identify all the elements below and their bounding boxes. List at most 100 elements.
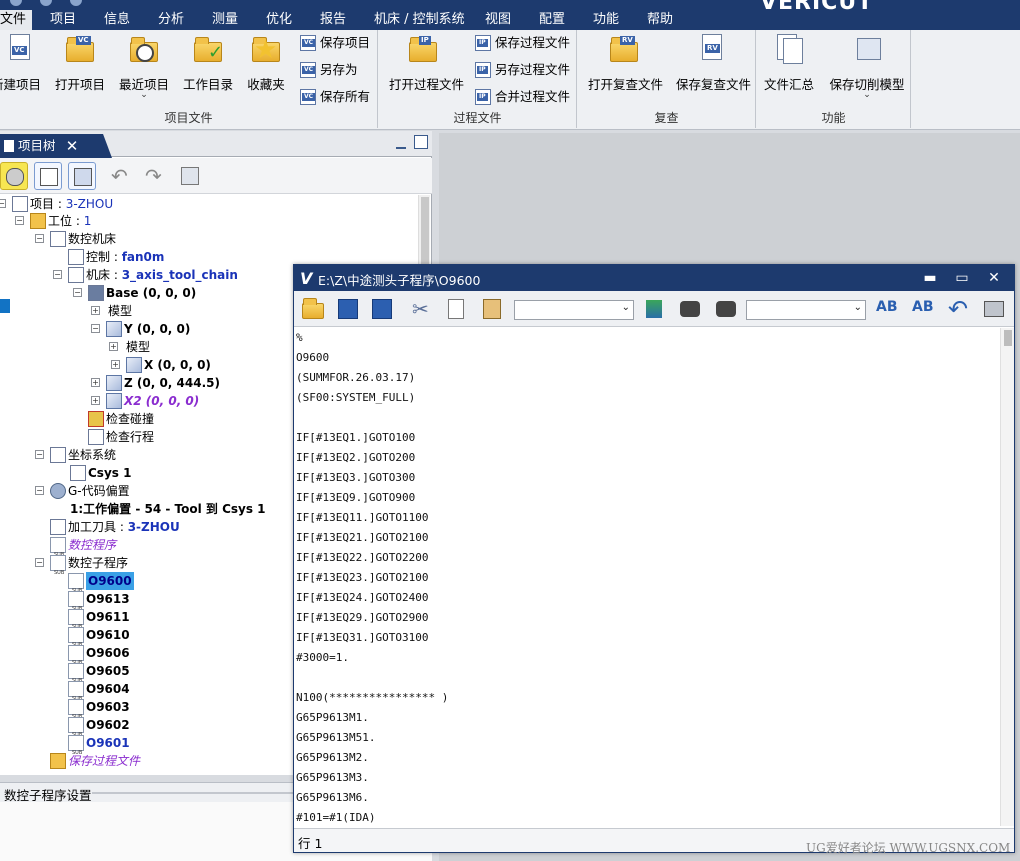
ribbon: VC 新建项目 VC 打开项目 最近项目 ⌄ ✓ 工作目录 ★ 收藏夹 VC 保… bbox=[0, 30, 1020, 130]
add-component-icon[interactable] bbox=[68, 162, 96, 190]
open-file-icon[interactable] bbox=[302, 297, 326, 321]
code-line: IF[#13EQ21.]GOTO2100 bbox=[296, 531, 429, 544]
copy-icon[interactable] bbox=[444, 297, 468, 321]
editor-title: E:\Z\中途测头子程序\O9600 bbox=[318, 273, 481, 288]
project-icon bbox=[12, 196, 28, 212]
tree-scroll-thumb[interactable] bbox=[421, 197, 429, 267]
maximize-button[interactable]: ▭ bbox=[952, 268, 972, 288]
subroutine-icon bbox=[68, 645, 84, 672]
undo-icon[interactable]: ↶ bbox=[946, 295, 970, 323]
work-directory-button[interactable]: ✓ 工作目录 bbox=[183, 34, 233, 104]
recent-project-button[interactable]: 最近项目 ⌄ bbox=[119, 34, 169, 104]
undo-icon[interactable]: ↶ bbox=[106, 162, 134, 190]
ribbon-group-review: RV 打开复查文件 RV 保存复查文件 复查 bbox=[578, 30, 756, 128]
menu-report[interactable]: 报告 bbox=[320, 10, 346, 30]
find-next-icon[interactable] bbox=[714, 297, 738, 321]
tool-icon bbox=[50, 519, 66, 535]
code-line: IF[#13EQ31.]GOTO3100 bbox=[296, 631, 429, 644]
minimize-panel-icon[interactable] bbox=[396, 137, 406, 149]
menu-measure[interactable]: 测量 bbox=[212, 10, 238, 30]
ribbon-group-project: VC 新建项目 VC 打开项目 最近项目 ⌄ ✓ 工作目录 ★ 收藏夹 VC 保… bbox=[0, 30, 378, 128]
line-indicator: 行 1 bbox=[298, 836, 323, 851]
code-line: IF[#13EQ9.]GOTO900 bbox=[296, 491, 416, 504]
axis-icon bbox=[106, 321, 122, 337]
cnc-machine-icon bbox=[50, 231, 66, 247]
chevron-down-icon: ⌄ bbox=[853, 302, 862, 313]
menu-function[interactable]: 功能 bbox=[593, 10, 619, 30]
save-review-icon: RV bbox=[696, 34, 728, 66]
mouse-select-icon[interactable] bbox=[0, 162, 28, 190]
subroutine-icon bbox=[68, 627, 84, 654]
menu-config[interactable]: 配置 bbox=[539, 10, 565, 30]
editor-scroll-thumb[interactable] bbox=[1004, 330, 1012, 346]
search-combo[interactable]: ⌄ bbox=[514, 300, 634, 320]
replace-combo[interactable]: ⌄ bbox=[746, 300, 866, 320]
code-line: #3000=1. bbox=[296, 651, 349, 664]
code-area[interactable]: % O9600 (SUMMFOR.26.03.17) (SF00:SYSTEM_… bbox=[294, 328, 1000, 826]
save-all-icon: VC bbox=[300, 89, 316, 105]
close-icon[interactable]: ✕ bbox=[64, 134, 80, 158]
vericut-logo-icon: V bbox=[300, 269, 313, 288]
replace-all-icon[interactable]: AB bbox=[910, 297, 934, 321]
editor-scrollbar[interactable] bbox=[1000, 328, 1014, 826]
active-pointer-icon bbox=[0, 299, 10, 313]
code-line: IF[#13EQ24.]GOTO2400 bbox=[296, 591, 429, 604]
file-summary-button[interactable]: 文件汇总 bbox=[764, 34, 814, 104]
redo-icon[interactable]: ↷ bbox=[140, 162, 168, 190]
ribbon-group-function-label: 功能 bbox=[821, 111, 846, 125]
chevron-down-icon: ⌄ bbox=[621, 302, 630, 313]
nc-editor-window: V E:\Z\中途测头子程序\O9600 ▬ ▭ ✕ ✂ ⌄ ⌄ AB AB ↶… bbox=[293, 264, 1015, 853]
goto-line-icon[interactable] bbox=[642, 297, 666, 321]
process-file-icon bbox=[50, 753, 66, 769]
close-button[interactable]: ✕ bbox=[984, 268, 1004, 288]
app-brand: VERICUT bbox=[760, 0, 874, 15]
menu-optimize[interactable]: 优化 bbox=[266, 10, 292, 30]
base-icon bbox=[88, 285, 104, 301]
favorites-button[interactable]: ★ 收藏夹 bbox=[246, 34, 286, 104]
print-icon[interactable] bbox=[982, 297, 1006, 321]
menu-project[interactable]: 项目 bbox=[50, 10, 76, 30]
subroutine-icon bbox=[68, 591, 84, 618]
new-project-button[interactable]: VC 新建项目 bbox=[0, 34, 41, 104]
cut-icon[interactable]: ✂ bbox=[408, 297, 432, 321]
ribbon-group-process: IP 打开过程文件 IP 保存过程文件 IP 另存过程文件 IP 合并过程文件 … bbox=[379, 30, 577, 128]
float-panel-icon[interactable] bbox=[414, 135, 428, 149]
save-process-icon: IP bbox=[475, 35, 491, 51]
code-line: IF[#13EQ2.]GOTO200 bbox=[296, 451, 416, 464]
menu-help[interactable]: 帮助 bbox=[647, 10, 673, 30]
subroutine-icon bbox=[68, 735, 84, 762]
menu-info[interactable]: 信息 bbox=[104, 10, 130, 30]
panel-tab-bar: 项目树 ✕ bbox=[0, 131, 432, 158]
find-icon[interactable] bbox=[678, 297, 702, 321]
subroutine-icon bbox=[68, 717, 84, 744]
menu-file[interactable]: 文件 bbox=[0, 10, 33, 30]
open-review-button[interactable]: RV 打开复查文件 bbox=[588, 34, 663, 104]
tab-project-tree[interactable]: 项目树 ✕ bbox=[0, 134, 112, 158]
minimize-button[interactable]: ▬ bbox=[920, 268, 940, 288]
replace-icon[interactable]: AB bbox=[874, 297, 898, 321]
save-icon[interactable] bbox=[336, 297, 360, 321]
code-line: IF[#13EQ23.]GOTO2100 bbox=[296, 571, 429, 584]
save-review-button[interactable]: RV 保存复查文件 bbox=[676, 34, 751, 104]
subroutine-icon bbox=[68, 699, 84, 726]
open-project-icon: VC bbox=[64, 34, 96, 66]
ribbon-group-review-label: 复查 bbox=[654, 111, 679, 125]
folder-check-icon: ✓ bbox=[192, 34, 224, 66]
copy-model-icon[interactable] bbox=[176, 162, 204, 190]
coord-sys-icon bbox=[50, 447, 66, 463]
code-line: G65P9613M51. bbox=[296, 731, 376, 744]
gcode-offset-icon bbox=[50, 483, 66, 499]
configure-icon[interactable] bbox=[34, 162, 62, 190]
axis-icon bbox=[126, 357, 142, 373]
save-as-icon[interactable] bbox=[370, 297, 394, 321]
paste-icon[interactable] bbox=[480, 297, 504, 321]
menu-view[interactable]: 视图 bbox=[485, 10, 511, 30]
save-cut-model-button[interactable]: 保存切削模型 ⌄ bbox=[829, 34, 905, 104]
code-line: IF[#13EQ29.]GOTO2900 bbox=[296, 611, 429, 624]
open-process-button[interactable]: IP 打开过程文件 bbox=[389, 34, 464, 104]
menu-analysis[interactable]: 分析 bbox=[158, 10, 184, 30]
control-icon bbox=[68, 249, 84, 265]
editor-title-bar[interactable]: V E:\Z\中途测头子程序\O9600 ▬ ▭ ✕ bbox=[294, 265, 1014, 291]
open-project-button[interactable]: VC 打开项目 bbox=[55, 34, 105, 104]
menu-machine-control[interactable]: 机床 / 控制系统 bbox=[374, 10, 465, 30]
